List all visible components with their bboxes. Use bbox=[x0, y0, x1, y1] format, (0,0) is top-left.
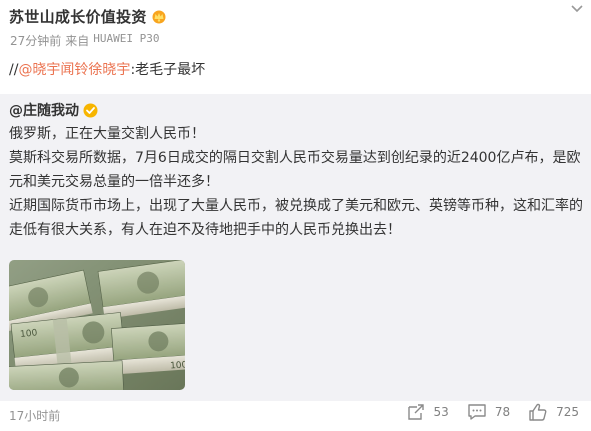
like-count: 725 bbox=[556, 405, 579, 419]
source-prefix: 来自 bbox=[65, 34, 90, 48]
quoted-paragraph: 俄罗斯，正在大量交割人民币！ bbox=[9, 126, 205, 142]
author-name[interactable]: 苏世山成长价值投资 bbox=[9, 6, 147, 27]
post-footer: 17小时前 53 78 725 bbox=[0, 401, 591, 431]
post-meta: 27分钟前 来自 HUAWEI P30 bbox=[10, 32, 160, 49]
money-photo-thumbnail[interactable]: 100 100 bbox=[9, 260, 185, 390]
repost-icon bbox=[407, 404, 424, 420]
like-button[interactable]: 725 bbox=[528, 403, 579, 421]
crown-badge-icon[interactable] bbox=[151, 8, 167, 24]
quoted-paragraph: 莫斯科交易所数据，7月6日成交的隔日交割人民币交易量达到创纪录的近2400亿卢布… bbox=[9, 150, 581, 190]
vip-verified-icon bbox=[83, 103, 98, 118]
quoted-post-time[interactable]: 17小时前 bbox=[9, 407, 60, 424]
repost-comment-text: :老毛子最坏 bbox=[130, 62, 206, 78]
comment-button[interactable]: 78 bbox=[467, 403, 510, 421]
comment-count: 78 bbox=[494, 405, 511, 419]
quoted-author-row: @庄随我动 bbox=[9, 100, 98, 120]
comment-icon bbox=[468, 404, 486, 420]
repost-comment: //@晓宇闻铃徐晓宇:老毛子最坏 bbox=[9, 60, 205, 80]
chevron-down-icon[interactable] bbox=[569, 0, 585, 13]
thumbs-up-icon bbox=[529, 403, 547, 421]
quoted-author-name[interactable]: @庄随我动 bbox=[9, 100, 79, 120]
action-bar: 53 78 725 bbox=[388, 403, 579, 421]
source-device: HUAWEI P30 bbox=[93, 32, 160, 45]
repost-button[interactable]: 53 bbox=[406, 403, 449, 421]
repost-count: 53 bbox=[433, 405, 449, 419]
post-time[interactable]: 27分钟前 bbox=[10, 32, 61, 49]
quoted-paragraph: 近期国际货币市场上，出现了大量人民币，被兑换成了美元和欧元、英镑等币种，这和汇率… bbox=[9, 198, 583, 238]
quoted-body: 俄罗斯，正在大量交割人民币！ 莫斯科交易所数据，7月6日成交的隔日交割人民币交易… bbox=[9, 122, 584, 242]
quoted-post: @庄随我动 俄罗斯，正在大量交割人民币！ 莫斯科交易所数据，7月6日成交的隔日交… bbox=[0, 94, 591, 401]
user-mention-link[interactable]: @晓宇闻铃徐晓宇 bbox=[18, 62, 130, 78]
author-row: 苏世山成长价值投资 bbox=[9, 5, 167, 27]
